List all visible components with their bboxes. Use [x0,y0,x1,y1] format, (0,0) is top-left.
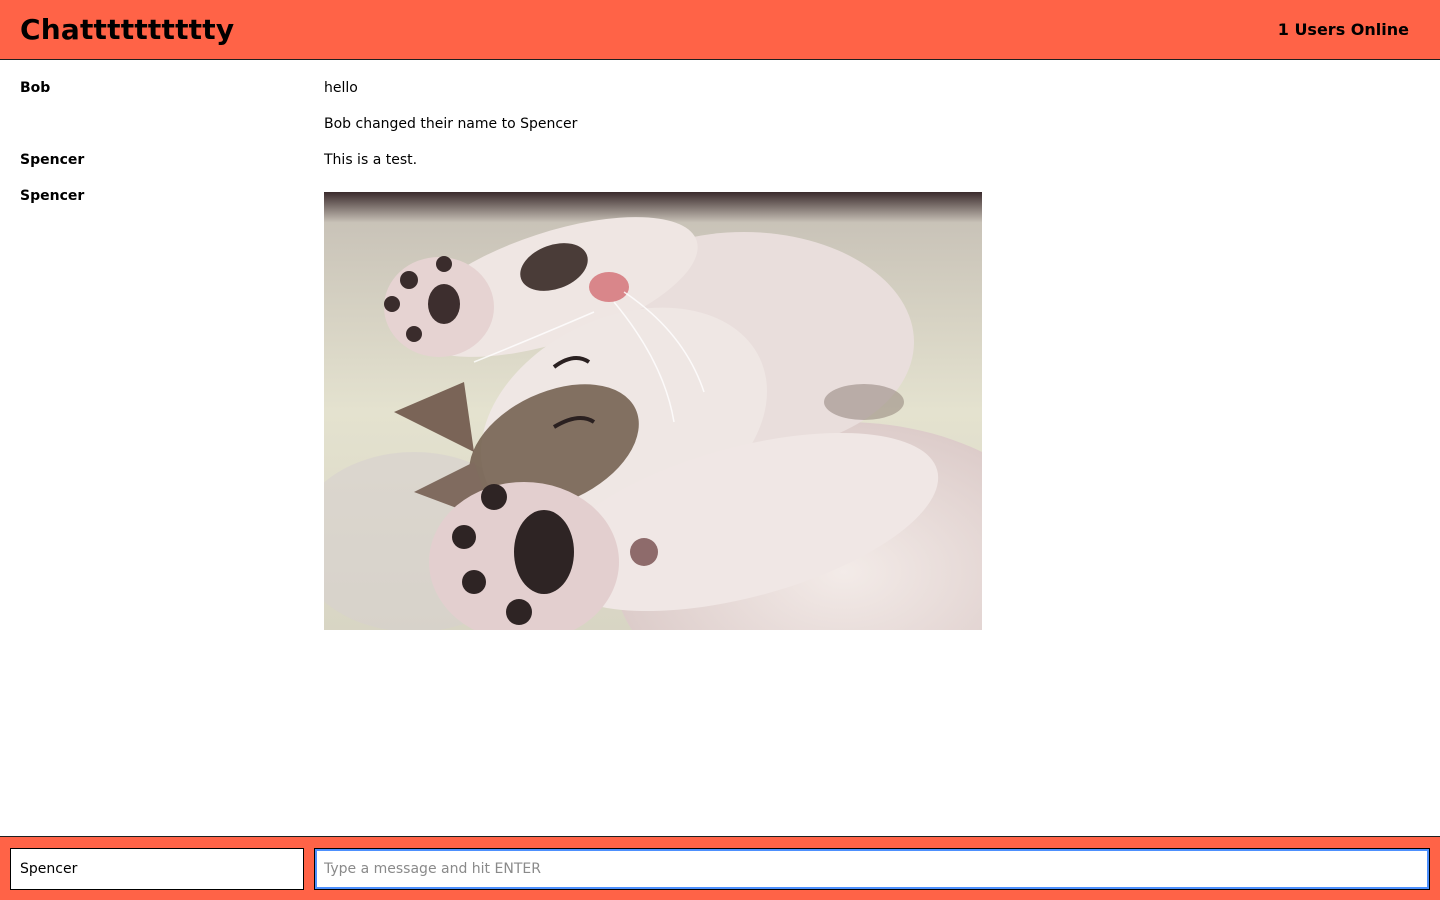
system-message-text: Bob changed their name to Spencer [324,116,578,132]
username-input[interactable] [10,848,304,890]
app-title: Chatttttttttty [20,13,235,46]
message-image[interactable] [324,192,982,630]
message-author: Spencer [20,188,85,204]
message-author: Bob [20,80,51,96]
online-users-count: 1 Users Online [1277,20,1409,39]
sleeping-kitten-photo [324,192,982,630]
message-list: Bob hello Bob changed their name to Spen… [0,61,1440,836]
app-header: Chatttttttttty 1 Users Online [0,0,1440,60]
message-text: hello [324,80,358,96]
message-author: Spencer [20,152,85,168]
message-text: This is a test. [324,152,418,168]
message-input[interactable] [314,848,1430,890]
composer-bar [0,836,1440,900]
